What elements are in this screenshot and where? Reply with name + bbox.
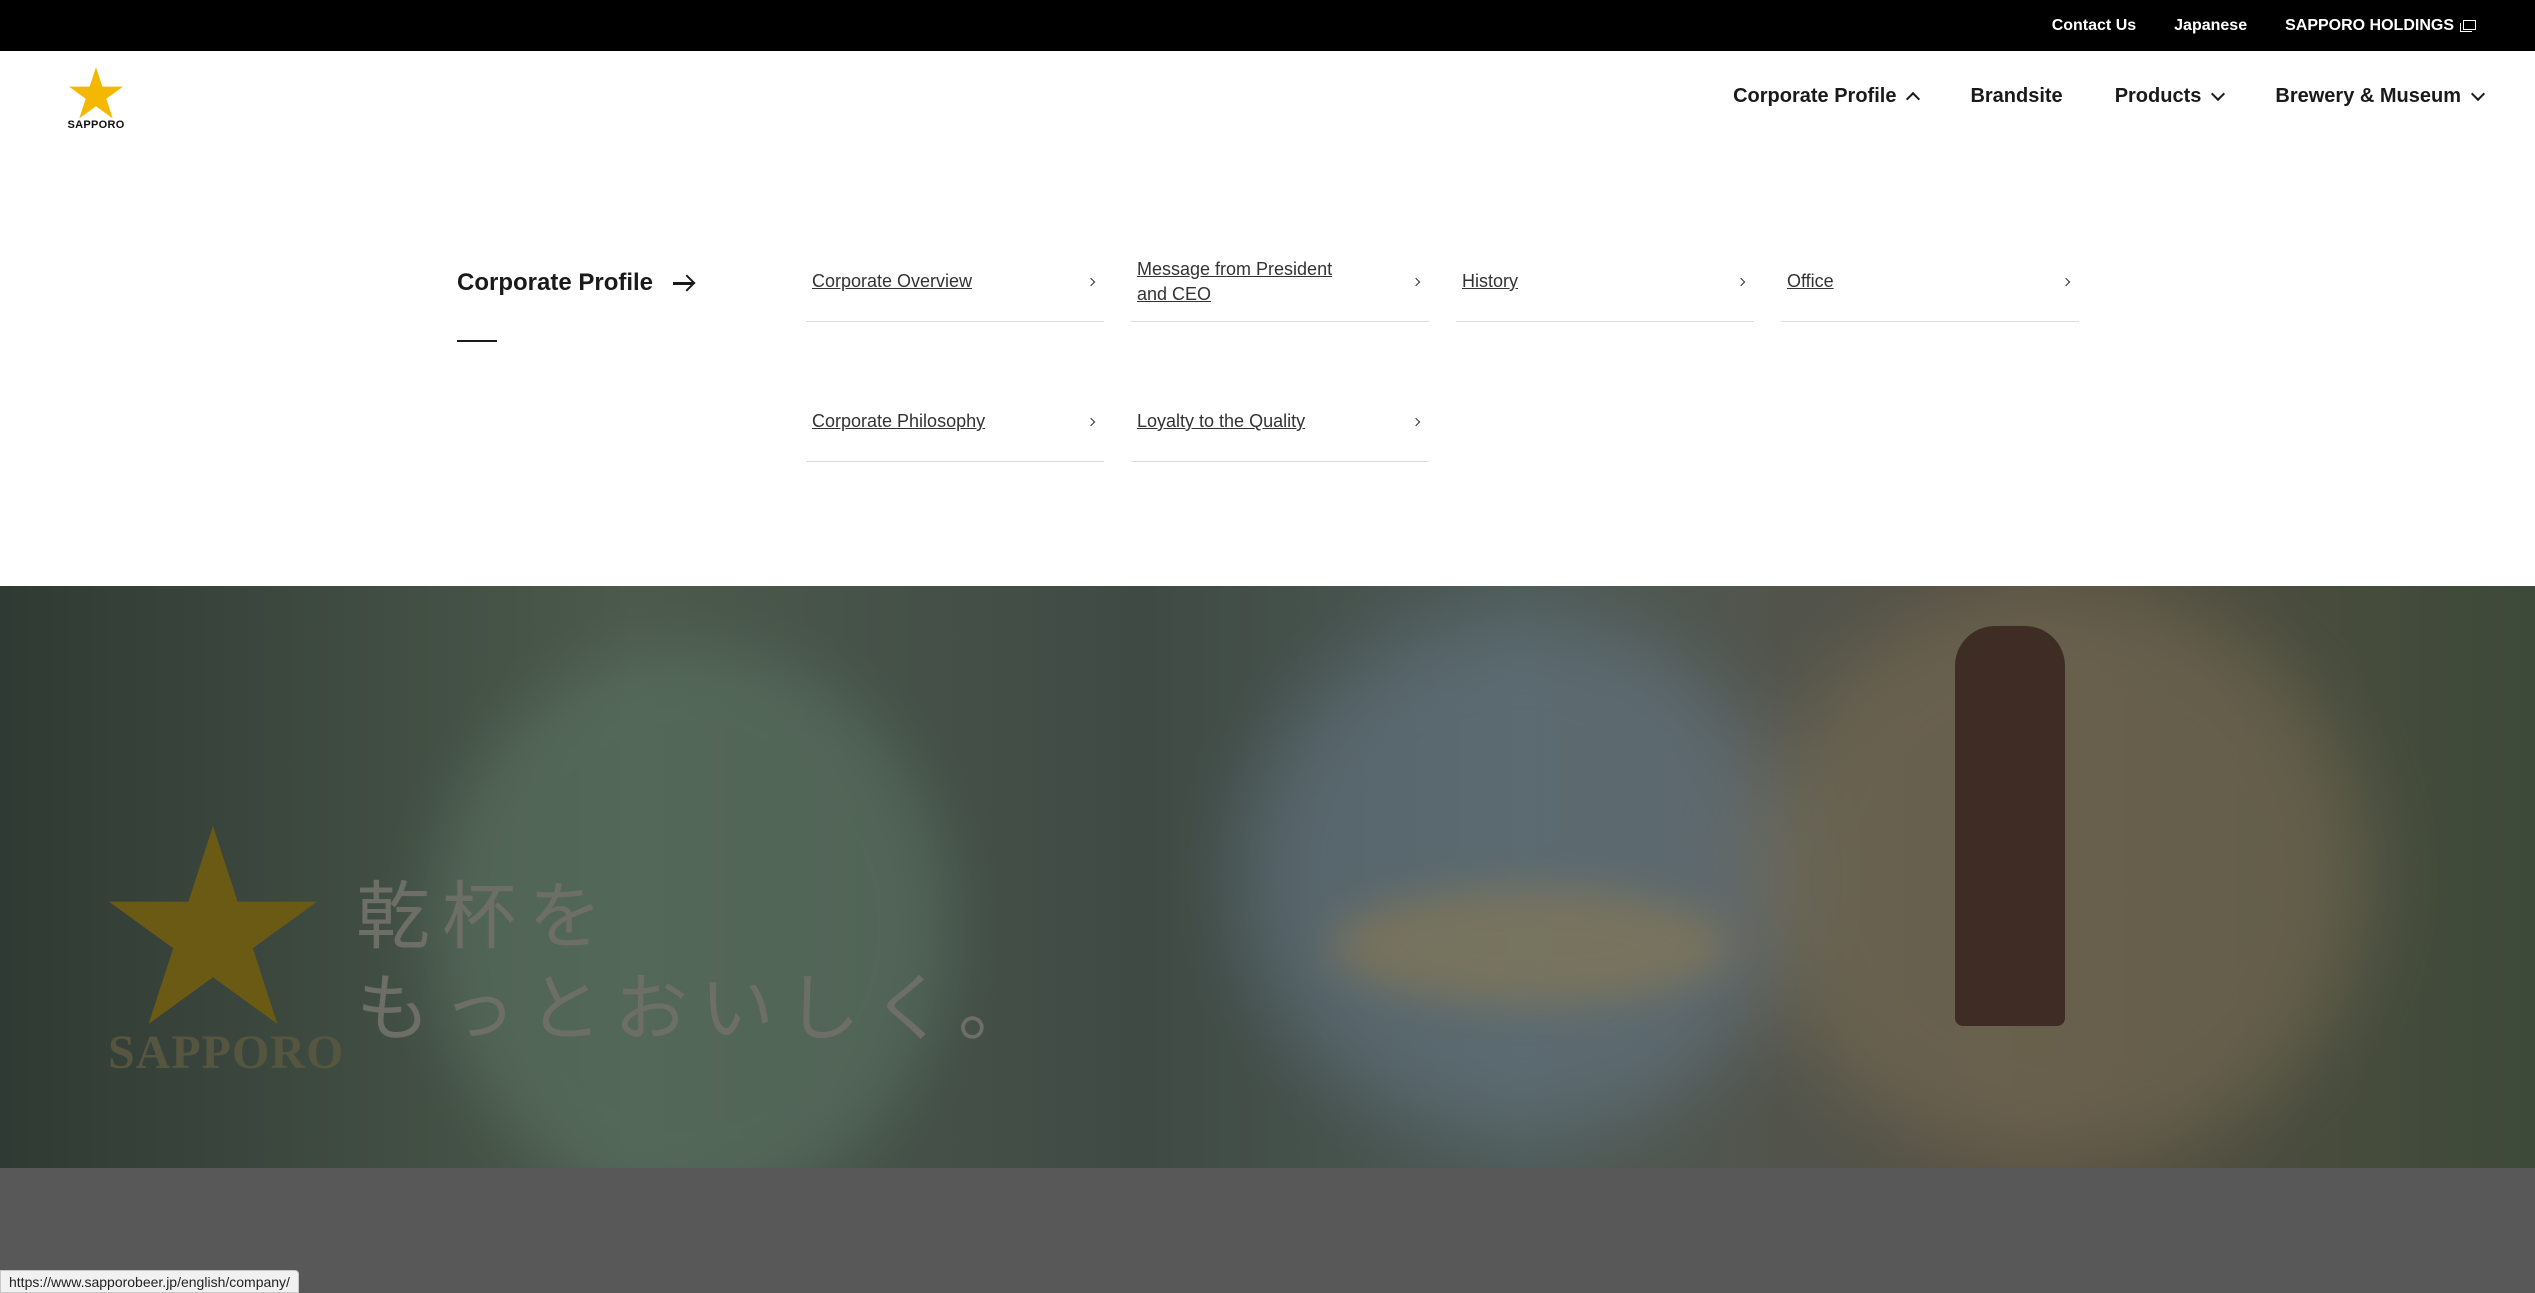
utility-links: Contact Us Japanese SAPPORO HOLDINGS [2052,0,2476,51]
submenu-label: History [1462,271,1519,291]
japanese-language-link[interactable]: Japanese [2174,17,2247,35]
page-content-overlay [0,1168,2535,1293]
status-bar-url: https://www.sapporobeer.jp/english/compa… [0,1270,299,1293]
nav-brandsite-label: Brandsite [1970,85,2063,107]
chevron-right-icon [1411,417,1421,426]
title-underline [457,340,497,342]
submenu-history[interactable]: History [1456,242,1754,322]
submenu-corporate-philosophy[interactable]: Corporate Philosophy [806,382,1104,462]
hero-tagline-line2: もっとおいしく。 [356,966,1044,1052]
hero-table-food [1330,886,1730,1006]
submenu-loyalty-quality[interactable]: Loyalty to the Quality [1131,382,1429,462]
chevron-up-icon [1906,91,1921,107]
nav-corporate-profile-label: Corporate Profile [1733,85,1897,107]
submenu-label: Corporate Overview [812,271,973,291]
site-header: SAPPORO Corporate Profile Brandsite Prod… [0,51,2535,586]
chevron-down-icon [2211,86,2226,101]
submenu-corporate-overview[interactable]: Corporate Overview [806,242,1104,322]
chevron-right-icon [2061,277,2071,286]
main-nav: Corporate Profile Brandsite Products Bre… [1733,85,2486,108]
nav-products[interactable]: Products [2114,85,2226,108]
nav-brewery-museum-label: Brewery & Museum [2275,85,2461,107]
external-link-icon [2460,19,2476,32]
chevron-right-icon [1411,277,1421,286]
submenu-label: Corporate Philosophy [812,411,986,431]
nav-products-label: Products [2114,85,2202,107]
mega-menu-title: Corporate Profile [457,269,654,296]
hero-logo-text: SAPPORO [108,1026,345,1079]
contact-us-link[interactable]: Contact Us [2052,17,2136,35]
chevron-right-icon [1736,277,1746,286]
submenu-label: Message from President and CEO [1137,258,1333,304]
chevron-down-icon [2470,86,2486,101]
nav-brewery-museum[interactable]: Brewery & Museum [2275,85,2486,108]
submenu-message-president[interactable]: Message from President and CEO [1131,242,1429,322]
star-logo-icon [69,67,123,119]
logo-text: SAPPORO [67,119,125,131]
submenu-label: Loyalty to the Quality [1137,411,1306,431]
arrow-right-icon [673,275,695,291]
hero-figure-center [1240,616,1800,1136]
nav-brandsite[interactable]: Brandsite [1970,85,2062,108]
hero-image: SAPPORO 乾杯を もっとおいしく。 [0,586,2535,1168]
sapporo-holdings-link[interactable]: SAPPORO HOLDINGS [2285,16,2476,35]
hero-tagline-line1: 乾杯を [356,874,614,960]
hero-tagline: 乾杯を もっとおいしく。 [356,871,1044,1055]
chevron-right-icon [1086,277,1096,286]
sapporo-logo[interactable]: SAPPORO [66,67,126,139]
utility-bar: Contact Us Japanese SAPPORO HOLDINGS [0,0,2535,51]
wine-bottle [1955,626,2065,1026]
nav-corporate-profile[interactable]: Corporate Profile [1733,85,1921,108]
hero-logo: SAPPORO [108,826,345,1080]
chevron-right-icon [1086,417,1096,426]
submenu-label: Office [1787,271,1834,291]
mega-menu-title-link[interactable]: Corporate Profile [457,269,695,297]
star-logo-icon [108,826,318,1024]
sapporo-holdings-label: SAPPORO HOLDINGS [2285,16,2454,34]
submenu-office[interactable]: Office [1781,242,2079,322]
